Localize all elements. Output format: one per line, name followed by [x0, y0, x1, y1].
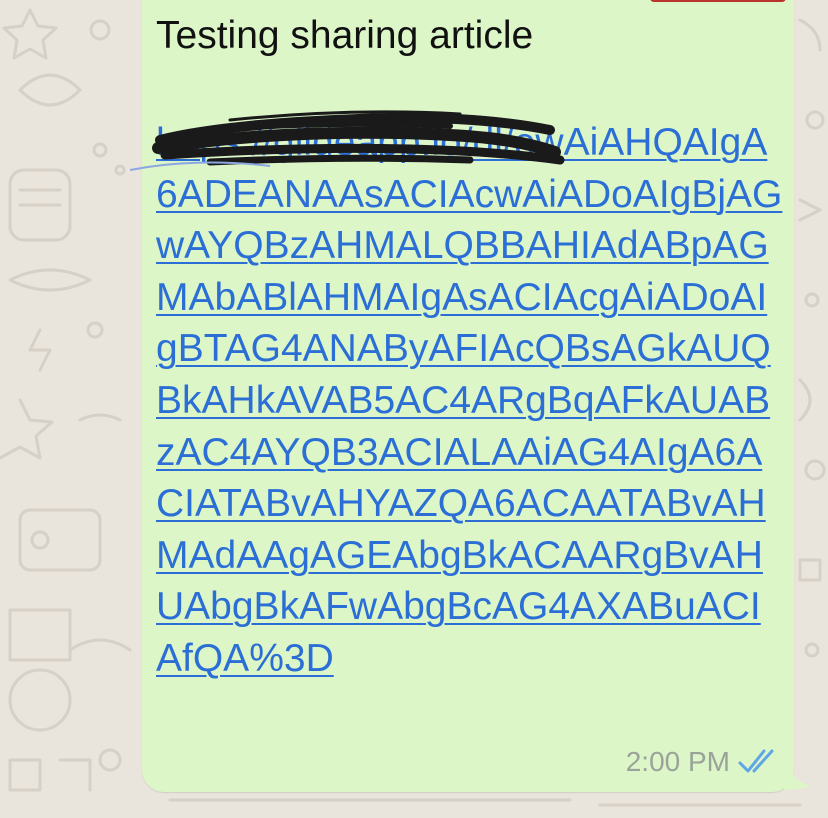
message-text: Testing sharing article: [156, 14, 534, 57]
message-meta: 2:00 PM: [626, 746, 782, 778]
previous-message-accent: [650, 0, 786, 2]
shared-link[interactable]: https://glideapp.io/dl/ewAiAHQAIgA6ADEAN…: [156, 117, 784, 685]
double-check-icon: [738, 749, 774, 773]
bubble-tail: [784, 742, 812, 790]
message-time: 2:00 PM: [625, 746, 730, 777]
